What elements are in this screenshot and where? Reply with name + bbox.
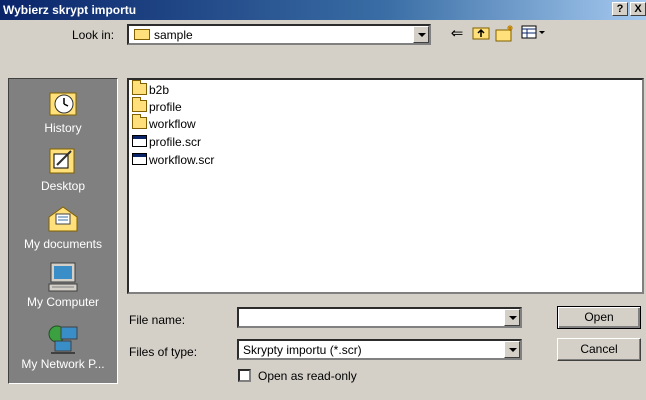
open-button[interactable]: Open [557, 306, 641, 329]
look-in-label: Look in: [72, 28, 115, 42]
history-icon [47, 87, 79, 119]
cancel-button[interactable]: Cancel [557, 338, 641, 361]
up-one-level-icon[interactable] [470, 24, 492, 44]
files-of-type-value: Skrypty importu (*.scr) [243, 343, 362, 357]
new-folder-icon[interactable] [494, 24, 516, 44]
dialog-title-bar: Wybierz skrypt importu ? X [0, 0, 646, 20]
place-desktop[interactable]: Desktop [9, 141, 117, 199]
dialog-title: Wybierz skrypt importu [3, 3, 137, 17]
folder-icon [134, 29, 150, 40]
folder-icon [132, 114, 147, 129]
look-in-dropdown[interactable]: sample [127, 24, 431, 45]
chevron-down-icon[interactable] [504, 309, 520, 326]
place-history[interactable]: History [9, 83, 117, 141]
read-only-checkbox[interactable] [238, 369, 251, 382]
file-name-label: File name: [129, 313, 186, 327]
chevron-down-icon[interactable] [504, 341, 520, 358]
close-button[interactable]: X [630, 2, 646, 16]
help-button[interactable]: ? [612, 2, 628, 16]
place-my-documents[interactable]: My documents [9, 199, 117, 257]
place-label: Desktop [40, 179, 86, 193]
my-documents-icon [47, 203, 79, 235]
place-network[interactable]: My Network P... [9, 319, 117, 377]
place-label: My Network P... [21, 357, 105, 371]
my-computer-icon [47, 261, 79, 293]
network-places-icon [47, 323, 79, 355]
script-file-icon [132, 153, 147, 165]
folder-icon [132, 97, 147, 112]
chevron-down-icon[interactable] [413, 26, 429, 43]
view-menu-icon[interactable] [520, 24, 550, 44]
file-list[interactable]: b2b profile workflow profile.scr workflo… [127, 78, 644, 294]
read-only-label: Open as read-only [258, 369, 357, 383]
back-icon[interactable]: ⇐ [446, 24, 468, 44]
files-of-type-dropdown[interactable]: Skrypty importu (*.scr) [237, 339, 522, 360]
list-item[interactable]: profile.scr [132, 135, 201, 151]
place-label: History [44, 121, 82, 135]
files-of-type-label: Files of type: [129, 345, 198, 359]
place-label: My Computer [26, 295, 100, 309]
file-name-input[interactable] [237, 307, 522, 328]
list-item[interactable]: workflow [132, 114, 196, 133]
places-bar: History Desktop My documents My Computer… [8, 78, 118, 384]
desktop-icon [47, 145, 79, 177]
folder-icon [132, 80, 147, 95]
place-my-computer[interactable]: My Computer [9, 257, 117, 315]
look-in-value: sample [154, 28, 193, 42]
place-label: My documents [23, 237, 103, 251]
script-file-icon [132, 135, 147, 147]
list-item[interactable]: workflow.scr [132, 153, 214, 169]
